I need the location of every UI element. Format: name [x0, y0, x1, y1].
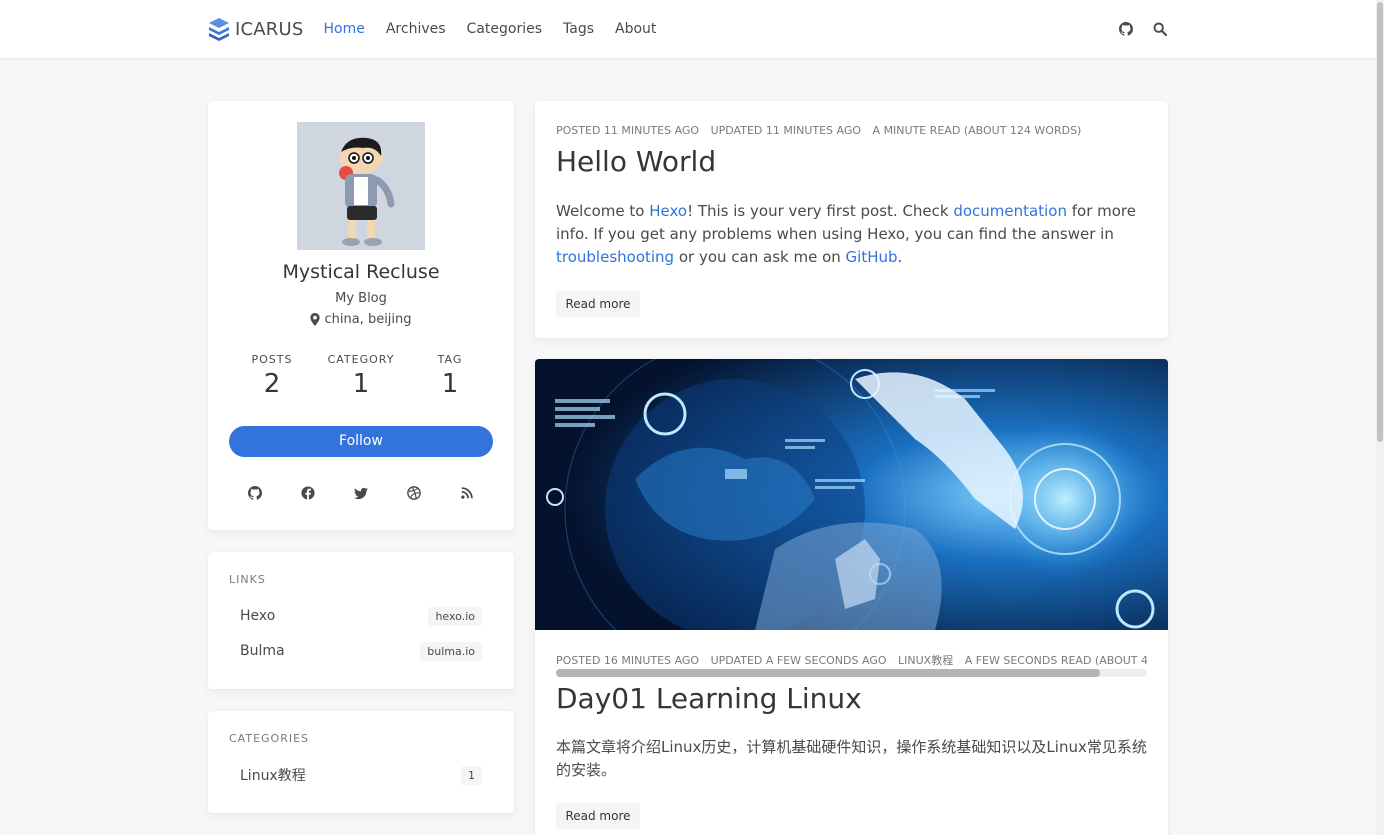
brand-name: ICARUS	[235, 18, 304, 40]
avatar-image	[339, 137, 395, 246]
author-name: Mystical Recluse	[282, 261, 440, 283]
avatar	[297, 122, 425, 250]
post-title[interactable]: Day01 Learning Linux	[556, 682, 862, 715]
link-item-hexo[interactable]: Hexo hexo.io	[229, 603, 493, 629]
nav-archives[interactable]: Archives	[386, 21, 446, 37]
dribbble-icon[interactable]	[406, 485, 422, 501]
reading-progress-bar	[556, 669, 1147, 677]
link-host-tag: hexo.io	[428, 606, 482, 626]
post-category-link[interactable]: LINUX教程	[898, 654, 953, 667]
stat-category-value: 1	[352, 369, 370, 399]
post-meta: POSTED 16 MINUTES AGO UPDATED A FEW SECO…	[556, 652, 1147, 668]
post-cover-image[interactable]	[535, 359, 1168, 630]
excerpt-text: Welcome to	[556, 202, 650, 220]
post-posted-date: POSTED 11 MINUTES AGO	[556, 124, 700, 137]
facebook-icon[interactable]	[300, 485, 316, 501]
stat-category-label: CATEGORY	[327, 353, 395, 366]
stat-posts-label: POSTS	[251, 353, 293, 366]
excerpt-text: .	[897, 248, 903, 266]
nav-about[interactable]: About	[615, 21, 656, 37]
github-icon[interactable]	[1118, 21, 1134, 37]
nav-tags[interactable]: Tags	[563, 21, 594, 37]
post-read-time: A FEW SECONDS READ (ABOUT 43	[964, 654, 1147, 667]
hexo-link[interactable]: Hexo	[649, 202, 687, 220]
map-marker-icon	[310, 313, 321, 326]
author-location: china, beijing	[208, 312, 514, 327]
twitter-icon[interactable]	[353, 485, 369, 501]
post-meta: POSTED 11 MINUTES AGO UPDATED 11 MINUTES…	[556, 124, 1147, 137]
stat-tag[interactable]: TAG 1	[406, 353, 494, 399]
link-host-tag: bulma.io	[420, 641, 482, 661]
link-name: Bulma	[240, 643, 285, 659]
post-card-hello-world: POSTED 11 MINUTES AGO UPDATED 11 MINUTES…	[535, 101, 1168, 338]
troubleshooting-link[interactable]: troubleshooting	[556, 248, 674, 266]
profile-card: Mystical Recluse My Blog china, beijing …	[208, 101, 514, 530]
nav-categories[interactable]: Categories	[467, 21, 542, 37]
post-updated-date: UPDATED A FEW SECONDS AGO	[710, 654, 887, 667]
scrollbar-thumb[interactable]	[1377, 2, 1383, 442]
categories-title: CATEGORIES	[229, 732, 310, 745]
stat-posts-value: 2	[263, 369, 281, 399]
post-card-day01-linux: POSTED 16 MINUTES AGO UPDATED A FEW SECO…	[535, 359, 1168, 835]
brand-link[interactable]: ICARUS	[208, 17, 304, 41]
navbar-right	[1100, 21, 1168, 37]
github-link[interactable]: GitHub	[846, 248, 898, 266]
category-name: Linux教程	[240, 768, 306, 784]
link-name: Hexo	[240, 608, 276, 624]
read-more-button[interactable]: Read more	[556, 803, 640, 829]
post-read-time: A MINUTE READ (ABOUT 124 WORDS)	[872, 124, 1082, 137]
stat-tag-label: TAG	[437, 353, 463, 366]
github-icon[interactable]	[247, 485, 263, 501]
search-icon[interactable]	[1152, 21, 1168, 37]
category-count-tag: 1	[461, 765, 482, 785]
post-excerpt: Welcome to Hexo! This is your very first…	[556, 200, 1147, 269]
categories-card: CATEGORIES Linux教程 1	[208, 711, 514, 813]
navbar-inner: ICARUS Home Archives Categories Tags Abo…	[208, 0, 1168, 58]
stat-category[interactable]: CATEGORY 1	[317, 353, 405, 399]
post-updated-date: UPDATED 11 MINUTES AGO	[710, 124, 862, 137]
post-posted-date: POSTED 16 MINUTES AGO	[556, 654, 700, 667]
link-item-bulma[interactable]: Bulma bulma.io	[229, 638, 493, 664]
links-title: LINKS	[229, 573, 266, 586]
links-card: LINKS Hexo hexo.io Bulma bulma.io	[208, 552, 514, 689]
stat-posts[interactable]: POSTS 2	[228, 353, 316, 399]
excerpt-text: or you can ask me on	[674, 248, 846, 266]
post-excerpt: 本篇文章将介绍Linux历史，计算机基础硬件知识，操作系统基础知识以及Linux…	[556, 738, 1147, 779]
documentation-link[interactable]: documentation	[953, 202, 1067, 220]
navbar: ICARUS Home Archives Categories Tags Abo…	[0, 0, 1376, 58]
follow-button[interactable]: Follow	[229, 426, 493, 457]
rss-icon[interactable]	[459, 485, 475, 501]
social-links	[229, 485, 493, 501]
post-title[interactable]: Hello World	[556, 145, 716, 178]
brand-logo-icon	[209, 18, 229, 41]
reading-progress-fill	[556, 669, 1100, 677]
read-more-button[interactable]: Read more	[556, 291, 640, 317]
nav-home[interactable]: Home	[324, 21, 365, 37]
author-title: My Blog	[335, 291, 387, 306]
author-location-text: china, beijing	[324, 312, 412, 327]
category-item-linux[interactable]: Linux教程 1	[229, 762, 493, 788]
excerpt-text: ! This is your very first post. Check	[687, 202, 954, 220]
page-scrollbar[interactable]	[1376, 0, 1384, 835]
profile-stats: POSTS 2 CATEGORY 1 TAG 1	[228, 353, 494, 399]
stat-tag-value: 1	[441, 369, 459, 399]
